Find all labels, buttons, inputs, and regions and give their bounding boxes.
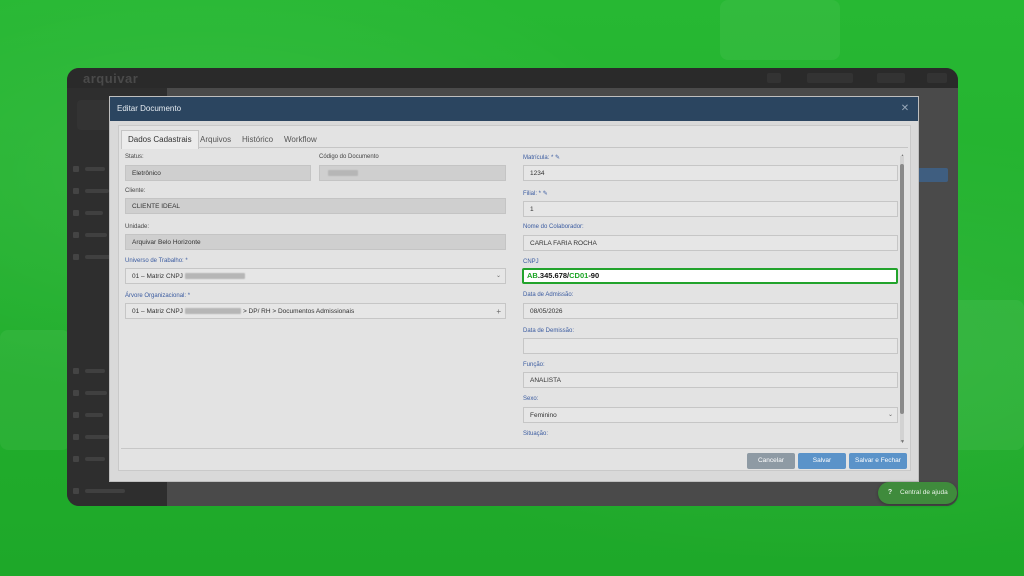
left-panel: Status: Eletrônico Código do Documento C… <box>121 152 514 445</box>
nome-input[interactable]: CARLA FARIA ROCHA <box>523 235 898 251</box>
sidebar-item <box>85 255 111 259</box>
arvore-value-prefix: 01 – Matriz CNPJ <box>132 308 183 315</box>
funcao-input[interactable]: ANALISTA <box>523 372 898 388</box>
admissao-input[interactable]: 08/05/2026 <box>523 303 898 319</box>
help-center-button[interactable]: ? Central de ajuda <box>878 482 957 504</box>
plus-icon[interactable]: + <box>496 304 501 319</box>
situacao-label: Situação: <box>523 431 549 437</box>
app-action-strip <box>918 168 948 182</box>
modal-title: Editar Documento <box>117 104 182 113</box>
sidebar-icon <box>73 390 79 396</box>
sexo-label: Sexo: <box>523 396 539 402</box>
sidebar-icon <box>73 232 79 238</box>
arvore-value-suffix: > DP/ RH > Documentos Admissionais <box>242 308 355 315</box>
chevron-down-icon[interactable]: ⌄ <box>496 269 501 284</box>
matricula-label: Matrícula: * ✎ <box>523 155 561 161</box>
sidebar-icon <box>73 166 79 172</box>
admissao-label: Data de Admissão: <box>523 292 574 298</box>
sidebar-icon <box>73 456 79 462</box>
sidebar-icon <box>73 254 79 260</box>
arvore-label: Árvore Organizacional: * <box>125 293 191 299</box>
modal-body: Dados Cadastrais Arquivos Histórico Work… <box>118 125 911 471</box>
sidebar-icon <box>73 368 79 374</box>
sidebar-item <box>85 435 109 439</box>
tab-workflow[interactable]: Workflow <box>278 131 323 148</box>
right-panel: Matrícula: * ✎ 1234 Filial: * ✎ 1 Nome d… <box>520 152 910 445</box>
sidebar-item <box>85 233 107 237</box>
save-and-close-button[interactable]: Salvar e Fechar <box>849 453 907 469</box>
modal-footer: Cancelar Salvar Salvar e Fechar <box>121 448 908 470</box>
sidebar-icon <box>73 188 79 194</box>
app-topbar: arquivar <box>67 68 958 88</box>
sidebar-item <box>85 211 103 215</box>
cnpj-letters-1: AB <box>527 271 538 280</box>
redacted-value <box>184 273 245 280</box>
cnpj-digits-1: .345.678/ <box>537 271 570 280</box>
cnpj-digits-2: -90 <box>588 271 600 280</box>
save-button[interactable]: Salvar <box>798 453 846 469</box>
universo-select[interactable]: 01 – Matriz CNPJ ⌄ <box>125 268 506 284</box>
sexo-select[interactable]: Feminino ⌄ <box>523 407 898 423</box>
matricula-input[interactable]: 1234 <box>523 165 898 181</box>
redacted-value <box>328 170 358 177</box>
edit-document-modal: Editar Documento ✕ Dados Cadastrais Arqu… <box>109 96 919 482</box>
topbar-logout <box>877 73 905 83</box>
sidebar-item <box>85 167 105 171</box>
codigo-field <box>319 165 506 181</box>
status-field: Eletrônico <box>125 165 311 181</box>
cnpj-label: CNPJ <box>523 259 539 265</box>
arvore-field[interactable]: 01 – Matriz CNPJ > DP/ RH > Documentos Ad… <box>125 303 506 319</box>
tab-arquivos[interactable]: Arquivos <box>194 131 237 148</box>
unidade-field: Arquivar Belo Horizonte <box>125 234 506 250</box>
sidebar-item <box>85 189 109 193</box>
sidebar-item <box>85 413 103 417</box>
close-icon[interactable]: ✕ <box>900 104 910 114</box>
status-label: Status: <box>125 154 144 160</box>
topbar-icon <box>767 73 781 83</box>
cnpj-input[interactable]: AB.345.678/CD01-90 <box>522 268 898 284</box>
topbar-user <box>807 73 853 83</box>
cnpj-letters-2: CD01 <box>569 271 589 280</box>
app-logo: arquivar <box>83 71 139 86</box>
universo-label: Universo de Trabalho: * <box>125 258 188 264</box>
sidebar-icon <box>73 412 79 418</box>
scrollbar-thumb[interactable] <box>900 164 904 414</box>
key-icon: ✎ <box>555 155 561 161</box>
sidebar-icon <box>73 210 79 216</box>
filial-input[interactable]: 1 <box>523 201 898 217</box>
tab-dados-cadastrais[interactable]: Dados Cadastrais <box>121 130 199 149</box>
sidebar-icon <box>73 434 79 440</box>
sidebar-item <box>85 489 125 493</box>
bg-decoration <box>0 330 70 450</box>
cancel-button[interactable]: Cancelar <box>747 453 795 469</box>
bg-decoration <box>720 0 840 60</box>
unidade-label: Unidade: <box>125 224 150 230</box>
tab-historico[interactable]: Histórico <box>236 131 279 148</box>
nome-label: Nome do Colaborador: <box>523 224 584 230</box>
redacted-value <box>184 308 241 315</box>
codigo-label: Código do Documento <box>319 154 379 160</box>
chevron-down-icon[interactable]: ⌄ <box>888 408 893 423</box>
help-center-label: Central de ajuda <box>900 489 948 496</box>
sidebar-item <box>85 369 105 373</box>
topbar-menu <box>927 73 947 83</box>
cliente-field: CLIENTE IDEAL <box>125 198 506 214</box>
universo-value: 01 – Matriz CNPJ <box>132 273 183 280</box>
key-icon: ✎ <box>542 191 548 197</box>
sidebar-icon <box>73 488 79 494</box>
tab-bar: Dados Cadastrais Arquivos Histórico Work… <box>121 128 908 149</box>
scroll-down-icon[interactable]: ▼ <box>900 439 905 445</box>
cliente-label: Cliente: <box>125 188 146 194</box>
demissao-input[interactable] <box>523 338 898 354</box>
sexo-value: Feminino <box>530 412 557 419</box>
funcao-label: Função: <box>523 362 545 368</box>
demissao-label: Data de Demissão: <box>523 328 575 334</box>
scrollbar[interactable] <box>900 156 904 442</box>
question-icon: ? <box>887 489 893 496</box>
sidebar-item <box>85 457 105 461</box>
filial-label: Filial: * ✎ <box>523 191 548 197</box>
modal-header: Editar Documento ✕ <box>110 97 918 121</box>
sidebar-item <box>85 391 107 395</box>
